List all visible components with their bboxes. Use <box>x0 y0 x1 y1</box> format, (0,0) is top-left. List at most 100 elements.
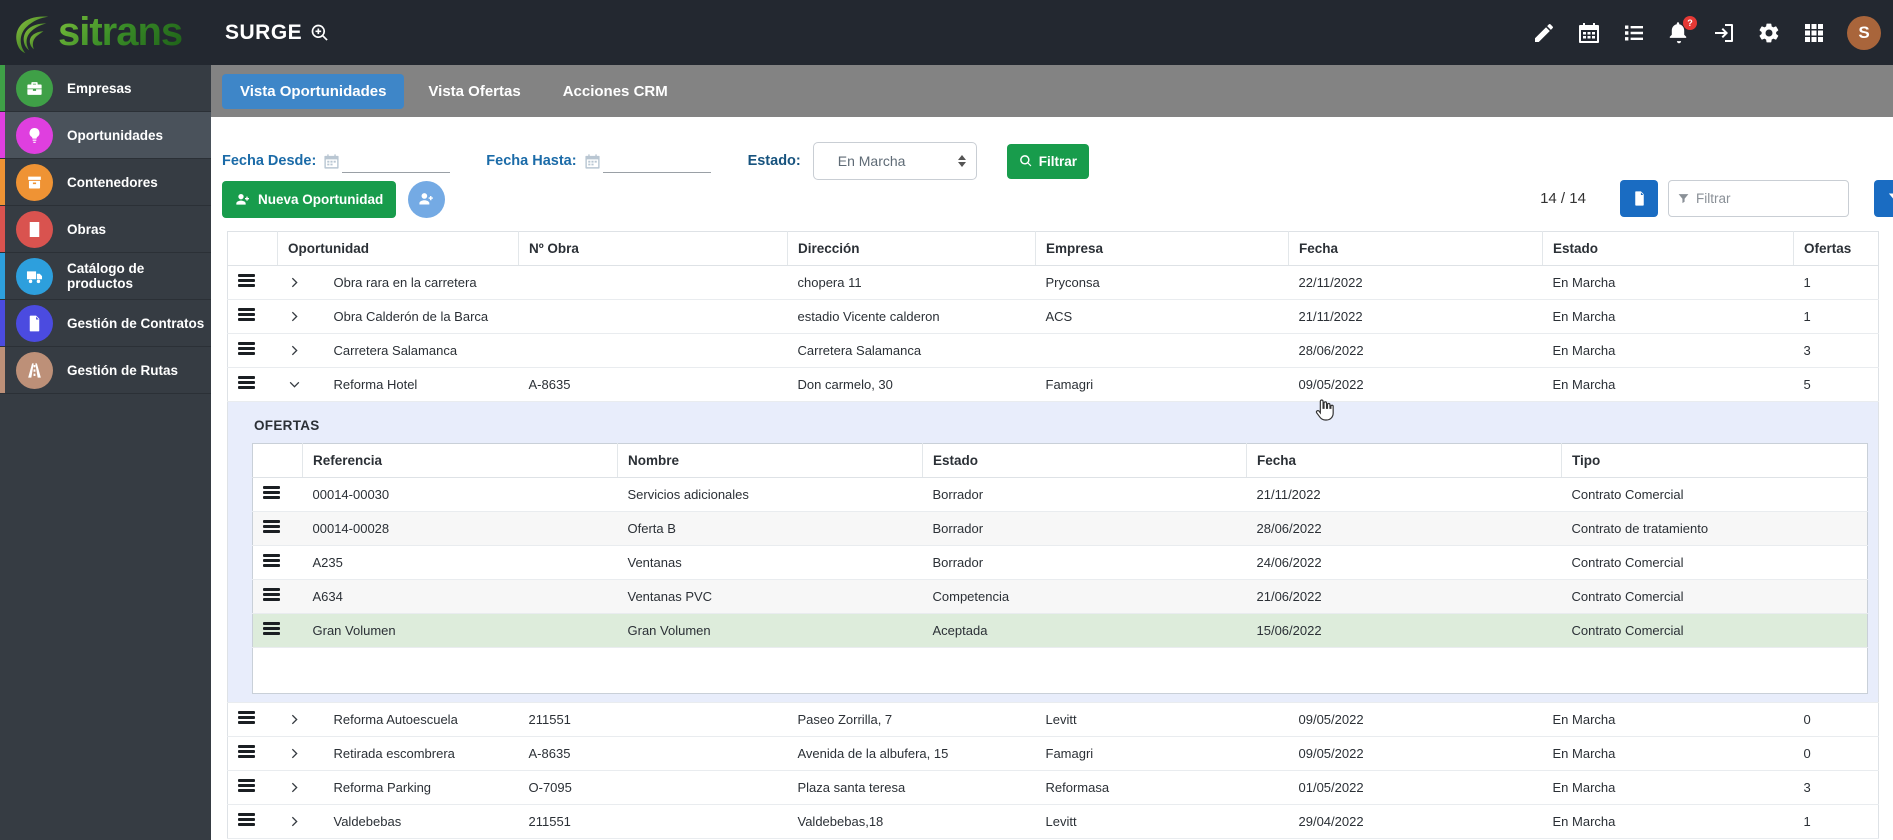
gear-icon[interactable] <box>1757 21 1781 45</box>
export-file-button[interactable] <box>1620 180 1658 217</box>
table-header-row: Oportunidad Nº Obra Dirección Empresa Fe… <box>227 231 1879 266</box>
row-menu-icon[interactable] <box>263 588 280 602</box>
col-ofertas: Ofertas <box>1793 231 1879 266</box>
leaf-logo-icon <box>16 16 49 53</box>
search-icon <box>1019 155 1032 167</box>
table-row[interactable]: Carretera Salamanca Carretera Salamanca … <box>227 333 1879 368</box>
col-n-obra: Nº Obra <box>518 231 788 266</box>
sidebar-item-obras[interactable]: Obras <box>0 206 211 253</box>
estado-select[interactable]: En Marcha <box>812 142 977 180</box>
assign-user-round-button[interactable] <box>408 181 445 218</box>
row-menu-icon[interactable] <box>263 520 280 534</box>
fecha-desde-label: Fecha Desde: <box>222 153 317 169</box>
tab-bar: Vista Oportunidades Vista Ofertas Accion… <box>211 65 1893 117</box>
col-oportunidad: Oportunidad <box>277 231 519 266</box>
avatar[interactable]: S <box>1847 15 1881 50</box>
row-menu-icon[interactable] <box>238 813 255 827</box>
chevron-right-icon[interactable] <box>288 276 318 289</box>
nueva-oportunidad-button[interactable]: Nueva Oportunidad <box>222 181 397 218</box>
row-menu-icon[interactable] <box>238 779 255 793</box>
chevron-right-icon[interactable] <box>288 713 318 726</box>
fecha-hasta-input[interactable] <box>602 149 711 173</box>
tab-vista-oportunidades[interactable]: Vista Oportunidades <box>222 73 405 109</box>
select-arrows-icon <box>957 155 966 167</box>
tab-acciones-crm[interactable]: Acciones CRM <box>545 74 686 109</box>
fecha-desde-input[interactable] <box>342 149 451 173</box>
table-row[interactable]: Reforma Parking O-7095 Plaza santa teres… <box>227 770 1879 805</box>
apps-grid-icon[interactable] <box>1802 21 1826 45</box>
table-row[interactable]: Valdebebas 211551 Valdebebas,18 Levitt 2… <box>227 804 1879 839</box>
oportunidades-table: Oportunidad Nº Obra Dirección Empresa Fe… <box>227 231 1879 839</box>
table-row[interactable]: Reforma Autoescuela 211551 Paseo Zorrill… <box>227 702 1879 737</box>
oferta-row[interactable]: 00014-00030 Servicios adicionales Borrad… <box>252 477 1868 512</box>
row-menu-icon[interactable] <box>238 376 255 390</box>
estado-label: Estado: <box>747 153 801 169</box>
row-menu-icon[interactable] <box>238 745 255 759</box>
briefcase-icon <box>16 69 53 107</box>
list-icon[interactable] <box>1622 21 1646 45</box>
sidebar: Empresas Oportunidades Contenedores Obra… <box>0 65 211 840</box>
ofertas-table: Referencia Nombre Estado Fecha Tipo 0001… <box>252 443 1868 694</box>
col-nombre: Nombre <box>617 443 923 478</box>
truck-icon <box>16 257 53 295</box>
records-counter: 14 / 14 <box>1540 190 1586 207</box>
sidebar-item-gestion-rutas[interactable]: Gestión de Rutas <box>0 347 211 394</box>
edit-icon[interactable] <box>1532 21 1556 45</box>
top-navbar: sitrans SURGE ? S <box>0 0 1893 65</box>
oferta-row[interactable]: 00014-00028 Oferta B Borrador 28/06/2022… <box>252 511 1868 546</box>
sidebar-item-oportunidades[interactable]: Oportunidades <box>0 112 211 159</box>
col-oferta-fecha: Fecha <box>1246 443 1562 478</box>
row-menu-icon[interactable] <box>263 554 280 568</box>
filter-search-input[interactable] <box>1696 191 1840 206</box>
calendar-picker-icon[interactable] <box>584 153 601 170</box>
table-row[interactable]: Obra Calderón de la Barca estadio Vicent… <box>227 299 1879 334</box>
row-menu-icon[interactable] <box>263 486 280 500</box>
filter-search-box <box>1668 180 1849 217</box>
table-row-expanded[interactable]: Reforma Hotel A-8635 Don carmelo, 30 Fam… <box>227 367 1879 402</box>
oferta-row[interactable]: A235 Ventanas Borrador 24/06/2022 Contra… <box>252 545 1868 580</box>
chevron-right-icon[interactable] <box>288 781 318 794</box>
funnel-icon <box>1678 194 1689 204</box>
sidebar-item-gestion-contratos[interactable]: Gestión de Contratos <box>0 300 211 347</box>
sidebar-item-contenedores[interactable]: Contenedores <box>0 159 211 206</box>
table-row[interactable]: Retirada escombrera A-8635 Avenida de la… <box>227 736 1879 771</box>
chevron-right-icon[interactable] <box>288 310 318 323</box>
chevron-right-icon[interactable] <box>288 344 318 357</box>
chevron-down-icon[interactable] <box>288 378 318 391</box>
sign-in-icon[interactable] <box>1712 21 1736 45</box>
fecha-hasta-label: Fecha Hasta: <box>486 153 577 169</box>
advanced-filter-button[interactable] <box>1874 180 1893 217</box>
tab-vista-ofertas[interactable]: Vista Ofertas <box>410 74 538 109</box>
sidebar-item-catalogo-productos[interactable]: Catálogo de productos <box>0 253 211 300</box>
sidebar-item-empresas[interactable]: Empresas <box>0 65 211 112</box>
col-empresa: Empresa <box>1035 231 1289 266</box>
table-row[interactable]: Obra rara en la carretera chopera 11 Pry… <box>227 265 1879 300</box>
filtrar-button[interactable]: Filtrar <box>1006 143 1089 179</box>
oferta-row-accepted[interactable]: Gran Volumen Gran Volumen Aceptada 15/06… <box>252 613 1868 648</box>
col-direccion: Dirección <box>787 231 1036 266</box>
user-plus-icon <box>236 193 249 205</box>
row-menu-icon[interactable] <box>238 342 255 356</box>
calendar-picker-icon[interactable] <box>323 153 340 170</box>
container-box-icon <box>16 163 53 201</box>
expanded-panel-row: OFERTAS Referencia Nombre Estado Fecha T… <box>227 401 1879 703</box>
row-menu-icon[interactable] <box>263 622 280 636</box>
col-referencia: Referencia <box>302 443 618 478</box>
lightbulb-icon <box>16 116 53 154</box>
row-menu-icon[interactable] <box>238 711 255 725</box>
bell-icon[interactable]: ? <box>1667 15 1697 45</box>
navbar-icons: ? S <box>1532 0 1881 65</box>
col-oferta-estado: Estado <box>922 443 1247 478</box>
filter-row: Fecha Desde: Fecha Hasta: Estado: En Mar… <box>222 139 1089 183</box>
col-fecha: Fecha <box>1288 231 1543 266</box>
chevron-right-icon[interactable] <box>288 815 318 828</box>
building-icon <box>16 210 53 248</box>
chevron-right-icon[interactable] <box>288 747 318 760</box>
app-window: sitrans SURGE ? S Empresas Oportunidades… <box>0 0 1893 840</box>
app-title: SURGE <box>225 21 330 45</box>
oferta-row[interactable]: A634 Ventanas PVC Competencia 21/06/2022… <box>252 579 1868 614</box>
row-menu-icon[interactable] <box>238 308 255 322</box>
calendar-icon[interactable] <box>1577 21 1601 45</box>
row-menu-icon[interactable] <box>238 274 255 288</box>
zoom-in-icon[interactable] <box>310 23 330 43</box>
